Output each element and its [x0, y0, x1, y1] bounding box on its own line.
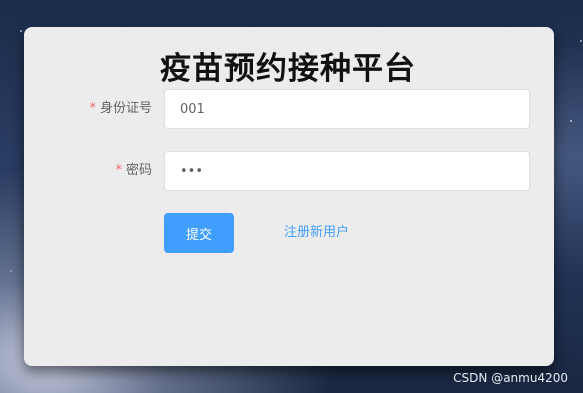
- register-link[interactable]: 注册新用户: [284, 213, 349, 253]
- id-number-form-item: * 身份证号: [24, 89, 554, 129]
- password-label: * 密码: [115, 151, 152, 191]
- id-number-label-text: 身份证号: [99, 101, 152, 116]
- password-form-item: * 密码: [24, 151, 554, 191]
- submit-button[interactable]: 提交: [164, 213, 234, 253]
- watermark: CSDN @anmu4200: [453, 371, 568, 385]
- login-card: 疫苗预约接种平台 *身份证号 *密码 提交 注册新用户: [24, 27, 554, 366]
- id-number-input[interactable]: [164, 89, 530, 129]
- password-label-text: 密码: [125, 163, 152, 178]
- required-asterisk: *: [89, 101, 96, 116]
- required-asterisk: *: [115, 163, 122, 178]
- id-number-label: * 身份证号: [89, 89, 152, 129]
- password-input[interactable]: [164, 151, 530, 191]
- page-title: 疫苗预约接种平台: [160, 51, 416, 87]
